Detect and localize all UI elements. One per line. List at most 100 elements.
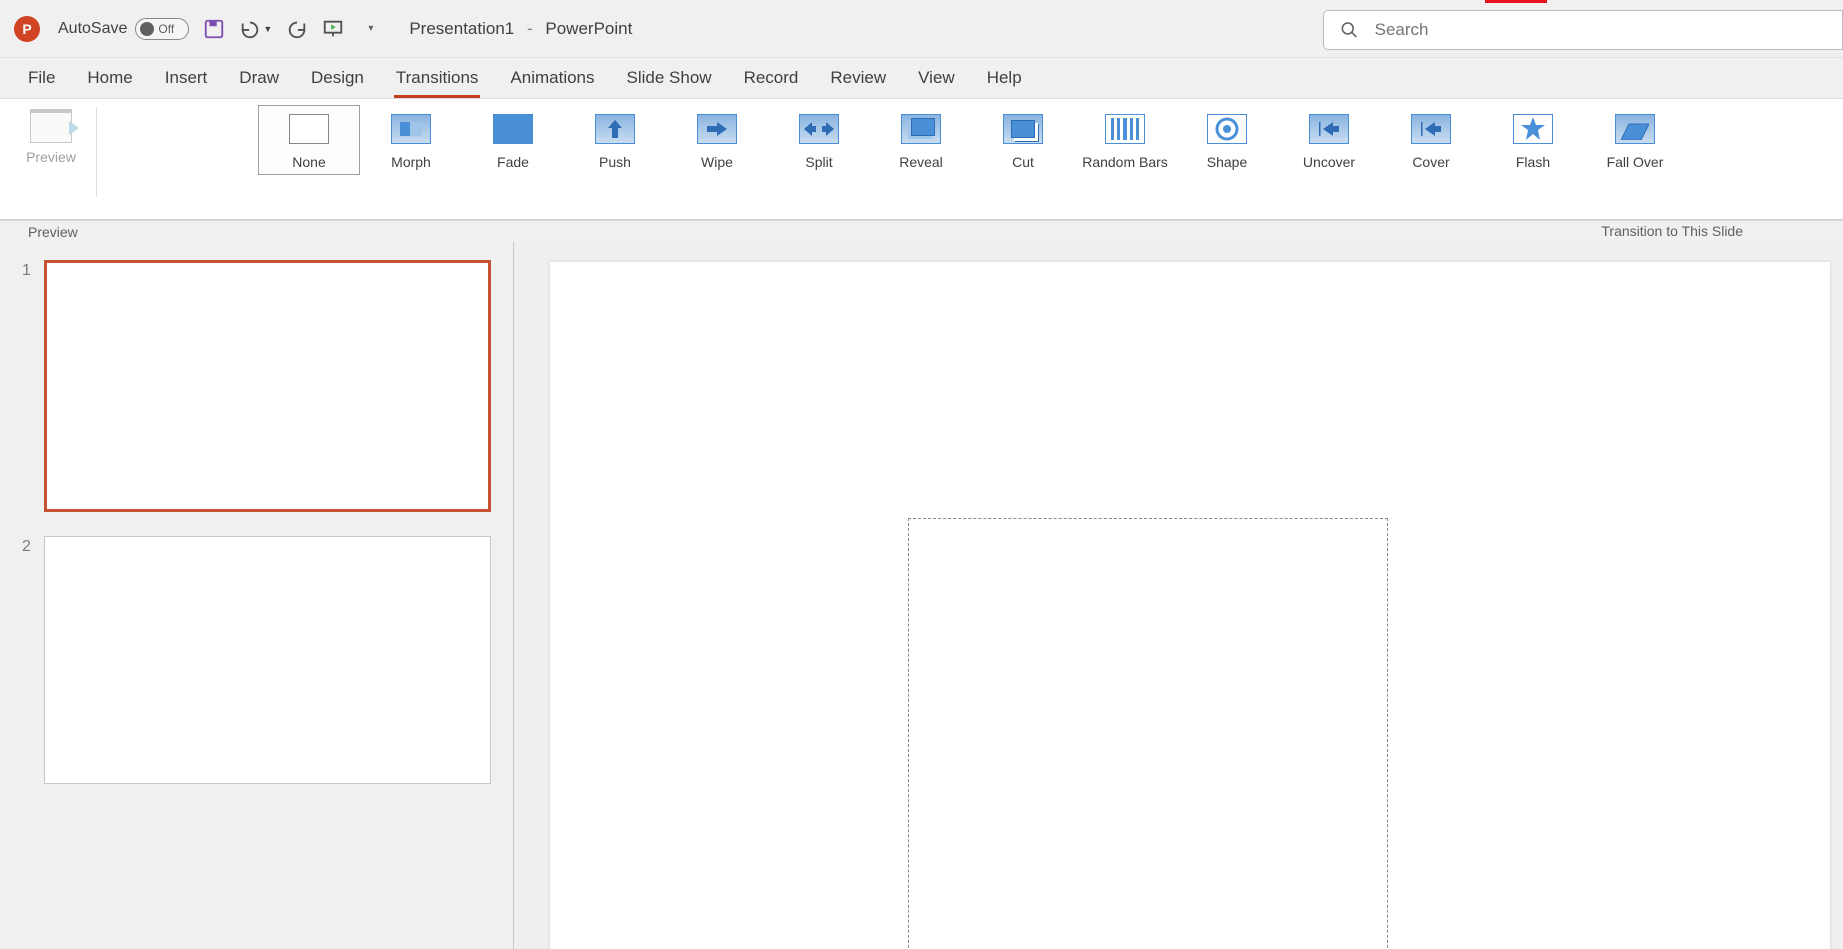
autosave-toggle[interactable]: Off [135, 18, 189, 40]
app-icon[interactable]: P [14, 16, 40, 42]
thumbnail-row: 1 [22, 260, 491, 512]
tab-label: File [28, 68, 55, 87]
transition-fade[interactable]: Fade [462, 105, 564, 175]
transition-gallery: None Morph Fade Push [258, 103, 1686, 175]
slide-thumbnail-1[interactable] [44, 260, 491, 512]
tab-label: Animations [510, 68, 594, 87]
ribbon: Preview None Morph Fade [0, 98, 1843, 220]
tab-label: Help [987, 68, 1022, 87]
transition-shape[interactable]: Shape [1176, 105, 1278, 175]
tab-label: Transitions [396, 68, 479, 87]
preview-label: Preview [26, 149, 76, 165]
transition-label: Uncover [1303, 154, 1355, 170]
tab-label: Record [744, 68, 799, 87]
transition-thumb-icon [595, 114, 635, 144]
transition-flash[interactable]: Flash [1482, 105, 1584, 175]
preview-icon [30, 109, 72, 143]
redo-icon[interactable] [286, 18, 308, 40]
tab-animations[interactable]: Animations [494, 60, 610, 98]
tab-label: Home [87, 68, 132, 87]
transition-label: Split [805, 154, 832, 170]
transition-label: None [292, 154, 325, 170]
save-icon[interactable] [203, 18, 225, 40]
title-bar: P AutoSave Off ▼ ▾ Presentation1 - Power… [0, 0, 1843, 58]
quick-access-toolbar: ▼ ▾ [203, 18, 373, 40]
ribbon-group-labels: Preview Transition to This Slide [0, 220, 1843, 242]
transition-label: Flash [1516, 154, 1550, 170]
transition-label: Fall Over [1607, 154, 1664, 170]
qat-more-icon[interactable]: ▾ [368, 23, 373, 34]
tab-design[interactable]: Design [295, 60, 380, 98]
group-preview-label: Preview [28, 224, 78, 240]
content-placeholder[interactable] [908, 518, 1388, 949]
tab-label: Design [311, 68, 364, 87]
transition-thumb-icon [1207, 114, 1247, 144]
title-separator: - [527, 19, 533, 38]
transition-thumb-icon [1309, 114, 1349, 144]
transition-cut[interactable]: Cut [972, 105, 1074, 175]
slide-thumbnail-pane[interactable]: 1 2 [0, 242, 514, 949]
transition-push[interactable]: Push [564, 105, 666, 175]
ribbon-separator [96, 107, 97, 197]
tab-label: Slide Show [627, 68, 712, 87]
slide-editor-area[interactable] [514, 242, 1843, 949]
tab-view[interactable]: View [902, 60, 971, 98]
thumbnail-number: 1 [22, 260, 44, 280]
transition-thumb-icon [799, 114, 839, 144]
transition-thumb-icon [493, 114, 533, 144]
transition-thumb-icon [1003, 114, 1043, 144]
toggle-knob-icon [140, 22, 154, 36]
transition-label: Reveal [899, 154, 943, 170]
transition-label: Cut [1012, 154, 1034, 170]
document-title: Presentation1 - PowerPoint [409, 19, 632, 39]
undo-icon [239, 18, 261, 40]
transition-label: Fade [497, 154, 529, 170]
transition-label: Cover [1412, 154, 1449, 170]
tab-label: Draw [239, 68, 279, 87]
autosave-label: AutoSave [58, 20, 127, 38]
preview-button[interactable]: Preview [14, 103, 88, 165]
group-preview: Preview [10, 103, 92, 219]
slide-canvas[interactable] [550, 262, 1830, 949]
tab-transitions[interactable]: Transitions [380, 60, 495, 98]
transition-label: Random Bars [1082, 154, 1168, 170]
transition-thumb-icon [1105, 114, 1145, 144]
window-close-indicator [1485, 0, 1547, 3]
tab-draw[interactable]: Draw [223, 60, 295, 98]
doc-name: Presentation1 [409, 19, 514, 38]
transition-uncover[interactable]: Uncover [1278, 105, 1380, 175]
tab-review[interactable]: Review [814, 60, 902, 98]
transition-label: Wipe [701, 154, 733, 170]
tab-home[interactable]: Home [71, 60, 148, 98]
transition-morph[interactable]: Morph [360, 105, 462, 175]
transition-fall-over[interactable]: Fall Over [1584, 105, 1686, 175]
tab-insert[interactable]: Insert [149, 60, 224, 98]
transition-split[interactable]: Split [768, 105, 870, 175]
transition-none[interactable]: None [258, 105, 360, 175]
search-input[interactable] [1375, 20, 1842, 40]
transition-thumb-icon [1411, 114, 1451, 144]
transition-thumb-icon [697, 114, 737, 144]
workspace: 1 2 [0, 242, 1843, 949]
thumbnail-row: 2 [22, 536, 491, 784]
tab-slide-show[interactable]: Slide Show [611, 60, 728, 98]
transition-wipe[interactable]: Wipe [666, 105, 768, 175]
ribbon-tabs: File Home Insert Draw Design Transitions… [0, 58, 1843, 98]
transition-reveal[interactable]: Reveal [870, 105, 972, 175]
transition-thumb-icon [1513, 114, 1553, 144]
slide-thumbnail-2[interactable] [44, 536, 491, 784]
transition-random-bars[interactable]: Random Bars [1074, 105, 1176, 175]
transition-thumb-icon [901, 114, 941, 144]
tab-record[interactable]: Record [728, 60, 815, 98]
tab-file[interactable]: File [12, 60, 71, 98]
autosave-state: Off [158, 22, 174, 36]
tab-label: Insert [165, 68, 208, 87]
tab-label: Review [830, 68, 886, 87]
transition-cover[interactable]: Cover [1380, 105, 1482, 175]
present-icon[interactable] [322, 18, 344, 40]
undo-button[interactable]: ▼ [239, 18, 272, 40]
tab-help[interactable]: Help [971, 60, 1038, 98]
tab-label: View [918, 68, 955, 87]
search-box[interactable] [1323, 10, 1843, 50]
transition-thumb-icon [391, 114, 431, 144]
